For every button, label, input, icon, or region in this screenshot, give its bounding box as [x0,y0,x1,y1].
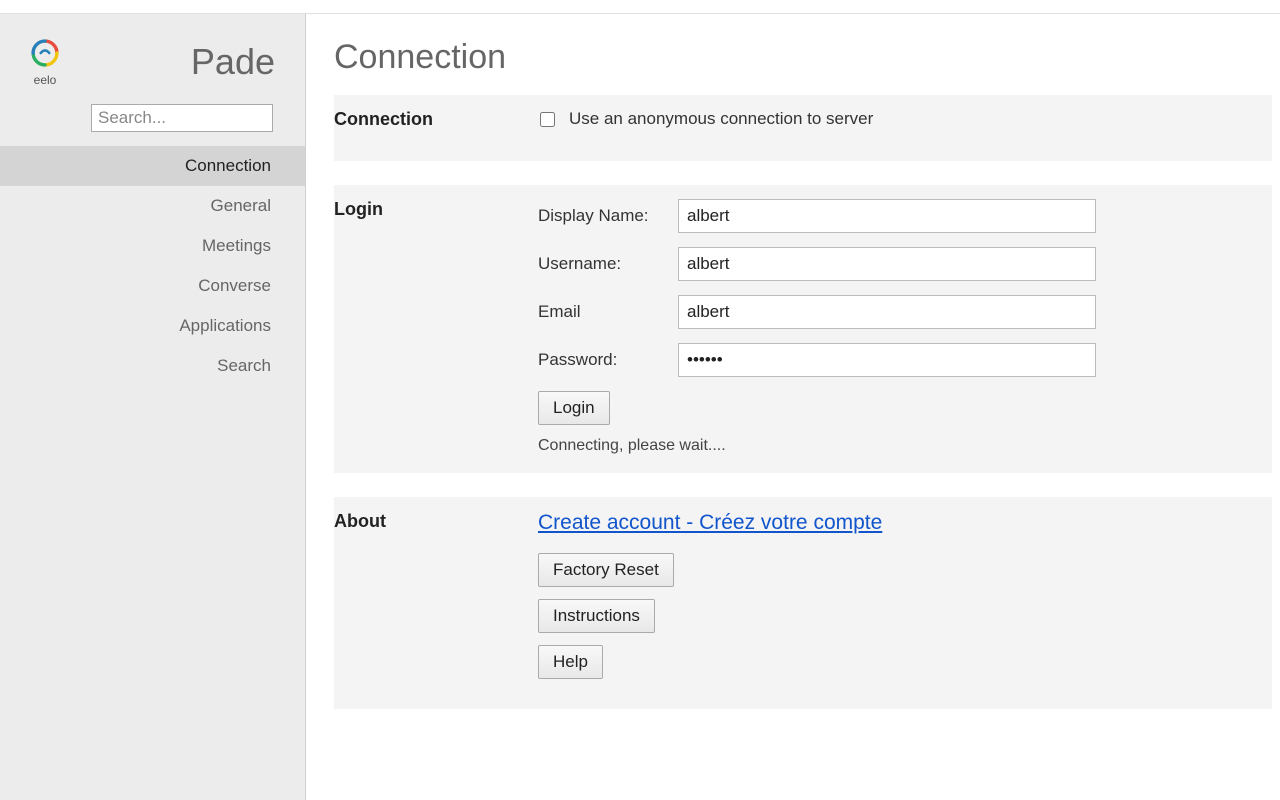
sidebar-item-converse[interactable]: Converse [0,266,305,306]
page-title: Connection [334,38,1272,77]
app-title: Pade [66,41,281,83]
brand-logo: eelo [24,36,66,88]
sidebar-item-search[interactable]: Search [0,346,305,386]
sidebar-item-general[interactable]: General [0,186,305,226]
login-status: Connecting, please wait.... [538,437,1256,455]
brand-logo-text: eelo [34,73,57,87]
search-wrap [0,100,305,146]
password-row: Password: [538,343,1256,377]
password-field[interactable] [678,343,1096,377]
eelo-logo-icon [28,36,62,75]
username-label: Username: [538,254,678,274]
email-field[interactable] [678,295,1096,329]
sidebar-header: eelo Pade [0,14,305,100]
username-field[interactable] [678,247,1096,281]
section-connection-heading: Connection [334,109,538,143]
factory-reset-button[interactable]: Factory Reset [538,553,674,587]
sidebar-item-connection[interactable]: Connection [0,146,305,186]
login-button[interactable]: Login [538,391,610,425]
main-panel: Connection Connection Use an anonymous c… [306,14,1280,800]
email-label: Email [538,302,678,322]
app-root: eelo Pade Connection General Meetings Co… [0,14,1280,800]
section-connection-body: Use an anonymous connection to server [538,109,1256,143]
section-login: Login Display Name: Username: Email Pass… [334,185,1272,473]
anon-row: Use an anonymous connection to server [538,109,1256,129]
username-row: Username: [538,247,1256,281]
section-login-heading: Login [334,199,538,455]
help-button[interactable]: Help [538,645,603,679]
display-name-row: Display Name: [538,199,1256,233]
login-button-row: Login [538,391,1256,433]
email-row: Email [538,295,1256,329]
instructions-button[interactable]: Instructions [538,599,655,633]
section-connection: Connection Use an anonymous connection t… [334,95,1272,161]
window-topbar [0,0,1280,14]
section-about-heading: About [334,511,538,691]
section-about: About Create account - Créez votre compt… [334,497,1272,709]
create-account-link[interactable]: Create account - Créez votre compte [538,511,882,535]
sidebar-item-meetings[interactable]: Meetings [0,226,305,266]
display-name-label: Display Name: [538,206,678,226]
sidebar-item-applications[interactable]: Applications [0,306,305,346]
display-name-field[interactable] [678,199,1096,233]
section-about-body: Create account - Créez votre compte Fact… [538,511,1256,691]
section-login-body: Display Name: Username: Email Password: … [538,199,1256,455]
sidebar-nav: Connection General Meetings Converse App… [0,146,305,386]
anon-checkbox[interactable] [540,112,555,127]
search-input[interactable] [91,104,273,132]
anon-checkbox-label: Use an anonymous connection to server [569,109,873,129]
sidebar: eelo Pade Connection General Meetings Co… [0,14,306,800]
password-label: Password: [538,350,678,370]
